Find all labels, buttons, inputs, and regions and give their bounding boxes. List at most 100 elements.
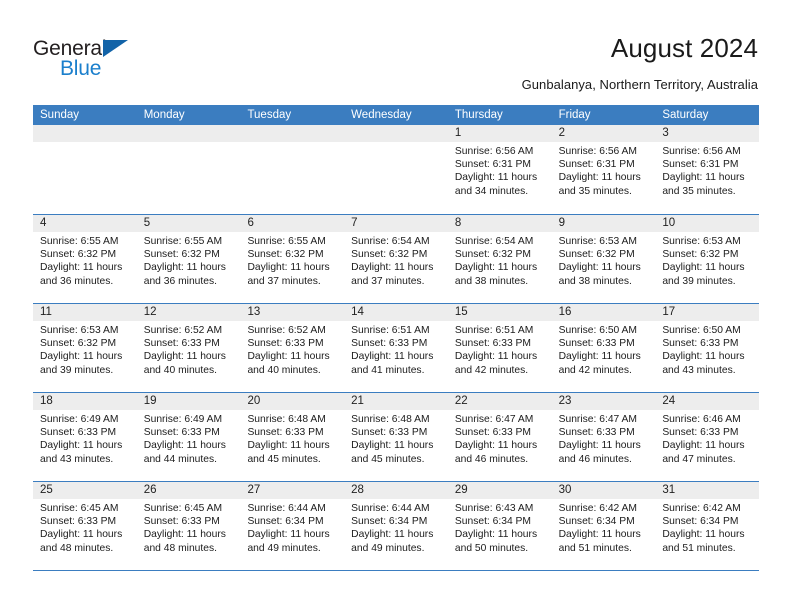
calendar-week-row: 11 Sunrise: 6:53 AM Sunset: 6:32 PM Dayligh… <box>33 303 760 392</box>
day-cell-6[interactable]: 6 Sunrise: 6:55 AM Sunset: 6:32 PM Daylight… <box>240 215 345 303</box>
day-info-line: and 39 minutes. <box>662 275 736 287</box>
day-cell-18[interactable]: 18 Sunrise: 6:49 AM Sunset: 6:33 PM Dayligh… <box>33 393 137 481</box>
day-info-line: Daylight: 11 hours <box>351 529 434 541</box>
day-info-line: Daylight: 11 hours <box>247 351 330 363</box>
day-info-line: Sunset: 6:33 PM <box>143 338 220 350</box>
general-blue-logo[interactable]: General Blue <box>33 38 153 82</box>
day-sun-info <box>240 142 344 145</box>
day-info-line: Sunset: 6:31 PM <box>558 159 635 171</box>
day-sun-info: Sunrise: 6:49 AM Sunset: 6:33 PM Daylight:… <box>137 410 241 466</box>
day-cell-21[interactable]: 21 Sunrise: 6:48 AM Sunset: 6:33 PM Dayligh… <box>344 393 448 481</box>
day-info-line: Sunrise: 6:51 AM <box>454 325 534 336</box>
day-info-line: Daylight: 11 hours <box>662 351 745 363</box>
day-sun-info: Sunrise: 6:51 AM Sunset: 6:33 PM Daylight:… <box>448 321 552 377</box>
day-info-line: Daylight: 11 hours <box>247 440 330 452</box>
weekday-header-friday: Friday <box>558 109 591 121</box>
day-cell-7[interactable]: 7 Sunrise: 6:54 AM Sunset: 6:32 PM Daylight… <box>344 215 448 303</box>
calendar-bottom-border <box>33 570 759 571</box>
weekday-header-tuesday: Tuesday <box>247 109 292 121</box>
day-info-line: Sunset: 6:32 PM <box>662 249 739 261</box>
day-info-line: and 42 minutes. <box>558 364 632 376</box>
day-cell-2[interactable]: 2 Sunrise: 6:56 AM Sunset: 6:31 PM Daylight… <box>551 125 656 214</box>
day-info-line: Daylight: 11 hours <box>662 172 745 184</box>
day-info-line: Daylight: 11 hours <box>40 440 123 452</box>
day-cell-15[interactable]: 15 Sunrise: 6:51 AM Sunset: 6:33 PM Dayligh… <box>447 304 552 392</box>
day-info-line: and 35 minutes. <box>558 185 632 197</box>
weekday-header-wednesday: Wednesday <box>351 109 412 121</box>
day-info-line: and 43 minutes. <box>662 364 736 376</box>
day-info-line: Daylight: 11 hours <box>40 262 123 274</box>
day-cell-9[interactable]: 9 Sunrise: 6:53 AM Sunset: 6:32 PM Daylight… <box>551 215 656 303</box>
day-info-line: Daylight: 11 hours <box>143 529 226 541</box>
day-cell-17[interactable]: 17 Sunrise: 6:50 AM Sunset: 6:33 PM Dayligh… <box>655 304 760 392</box>
day-cell-24[interactable]: 24 Sunrise: 6:46 AM Sunset: 6:33 PM Dayligh… <box>655 393 760 481</box>
day-sun-info: Sunrise: 6:47 AM Sunset: 6:33 PM Daylight:… <box>552 410 656 466</box>
day-info-line: and 45 minutes. <box>351 453 425 465</box>
day-number: 24 <box>655 393 760 410</box>
day-info-line: Sunset: 6:32 PM <box>247 249 324 261</box>
day-number <box>136 125 241 142</box>
day-cell-4[interactable]: 4 Sunrise: 6:55 AM Sunset: 6:32 PM Daylight… <box>33 215 137 303</box>
day-cell-14[interactable]: 14 Sunrise: 6:51 AM Sunset: 6:33 PM Dayligh… <box>344 304 448 392</box>
day-cell-19[interactable]: 19 Sunrise: 6:49 AM Sunset: 6:33 PM Dayligh… <box>136 393 241 481</box>
day-info-line: Daylight: 11 hours <box>351 351 434 363</box>
day-sun-info: Sunrise: 6:45 AM Sunset: 6:33 PM Daylight:… <box>33 499 137 555</box>
day-cell-27[interactable]: 27 Sunrise: 6:44 AM Sunset: 6:34 PM Dayligh… <box>240 482 345 570</box>
page-subtitle: Gunbalanya, Northern Territory, Australi… <box>521 77 758 92</box>
day-cell-8[interactable]: 8 Sunrise: 6:54 AM Sunset: 6:32 PM Daylight… <box>447 215 552 303</box>
day-number <box>33 125 137 142</box>
day-cell-22[interactable]: 22 Sunrise: 6:47 AM Sunset: 6:33 PM Dayligh… <box>447 393 552 481</box>
day-sun-info: Sunrise: 6:48 AM Sunset: 6:33 PM Daylight:… <box>240 410 344 466</box>
calendar-weeks: 1 Sunrise: 6:56 AM Sunset: 6:31 PM Daylight… <box>33 125 760 570</box>
day-cell-30[interactable]: 30 Sunrise: 6:42 AM Sunset: 6:34 PM Dayligh… <box>551 482 656 570</box>
weekday-header-sunday: Sunday <box>40 109 80 121</box>
day-cell-28[interactable]: 28 Sunrise: 6:44 AM Sunset: 6:34 PM Dayligh… <box>344 482 448 570</box>
day-number: 3 <box>655 125 760 142</box>
day-cell-26[interactable]: 26 Sunrise: 6:45 AM Sunset: 6:33 PM Dayligh… <box>136 482 241 570</box>
day-info-line: Daylight: 11 hours <box>40 351 123 363</box>
day-info-line: Sunset: 6:33 PM <box>143 516 220 528</box>
day-cell-3[interactable]: 3 Sunrise: 6:56 AM Sunset: 6:31 PM Daylight… <box>655 125 760 214</box>
day-cell-23[interactable]: 23 Sunrise: 6:47 AM Sunset: 6:33 PM Dayligh… <box>551 393 656 481</box>
day-info-line: Daylight: 11 hours <box>454 529 538 541</box>
day-cell-25[interactable]: 25 Sunrise: 6:45 AM Sunset: 6:33 PM Dayligh… <box>33 482 137 570</box>
day-cell-10[interactable]: 10 Sunrise: 6:53 AM Sunset: 6:32 PM Dayligh… <box>655 215 760 303</box>
day-info-line: and 39 minutes. <box>40 364 114 376</box>
day-number: 20 <box>240 393 345 410</box>
day-info-line: Daylight: 11 hours <box>558 529 641 541</box>
day-cell-12[interactable]: 12 Sunrise: 6:52 AM Sunset: 6:33 PM Dayligh… <box>136 304 241 392</box>
day-cell-5[interactable]: 5 Sunrise: 6:55 AM Sunset: 6:32 PM Daylight… <box>136 215 241 303</box>
day-number: 28 <box>344 482 448 499</box>
day-cell-29[interactable]: 29 Sunrise: 6:43 AM Sunset: 6:34 PM Dayligh… <box>447 482 552 570</box>
day-cell-13[interactable]: 13 Sunrise: 6:52 AM Sunset: 6:33 PM Dayligh… <box>240 304 345 392</box>
day-cell-11[interactable]: 11 Sunrise: 6:53 AM Sunset: 6:32 PM Dayligh… <box>33 304 137 392</box>
day-sun-info: Sunrise: 6:49 AM Sunset: 6:33 PM Daylight:… <box>33 410 137 466</box>
day-cell-31[interactable]: 31 Sunrise: 6:42 AM Sunset: 6:34 PM Dayligh… <box>655 482 760 570</box>
day-cell-20[interactable]: 20 Sunrise: 6:48 AM Sunset: 6:33 PM Dayligh… <box>240 393 345 481</box>
day-info-line: Sunrise: 6:46 AM <box>662 414 741 425</box>
day-info-line: Daylight: 11 hours <box>454 262 538 274</box>
day-sun-info: Sunrise: 6:45 AM Sunset: 6:33 PM Daylight:… <box>137 499 241 555</box>
day-number: 9 <box>551 215 656 232</box>
day-info-line: Sunset: 6:33 PM <box>247 338 324 350</box>
day-sun-info <box>344 142 448 145</box>
day-info-line: and 45 minutes. <box>247 453 321 465</box>
day-info-line: Sunset: 6:34 PM <box>662 516 739 528</box>
day-cell-1[interactable]: 1 Sunrise: 6:56 AM Sunset: 6:31 PM Daylight… <box>447 125 552 214</box>
day-info-line: Sunset: 6:33 PM <box>143 427 220 439</box>
day-info-line: Sunrise: 6:56 AM <box>454 146 534 157</box>
day-info-line: Sunrise: 6:44 AM <box>351 503 430 514</box>
day-info-line: Sunset: 6:33 PM <box>351 338 428 350</box>
day-info-line: Sunrise: 6:43 AM <box>454 503 534 514</box>
day-number: 17 <box>655 304 760 321</box>
day-cell-16[interactable]: 16 Sunrise: 6:50 AM Sunset: 6:33 PM Dayligh… <box>551 304 656 392</box>
day-number: 1 <box>447 125 552 142</box>
day-info-line: Daylight: 11 hours <box>40 529 123 541</box>
day-sun-info: Sunrise: 6:47 AM Sunset: 6:33 PM Daylight:… <box>448 410 552 466</box>
weekday-header-row: Sunday Monday Tuesday Wednesday Thursday Frid… <box>33 105 759 125</box>
day-info-line: and 49 minutes. <box>247 542 321 554</box>
day-sun-info: Sunrise: 6:52 AM Sunset: 6:33 PM Daylight:… <box>137 321 241 377</box>
day-number: 25 <box>33 482 137 499</box>
day-sun-info <box>33 142 137 145</box>
day-number <box>240 125 345 142</box>
